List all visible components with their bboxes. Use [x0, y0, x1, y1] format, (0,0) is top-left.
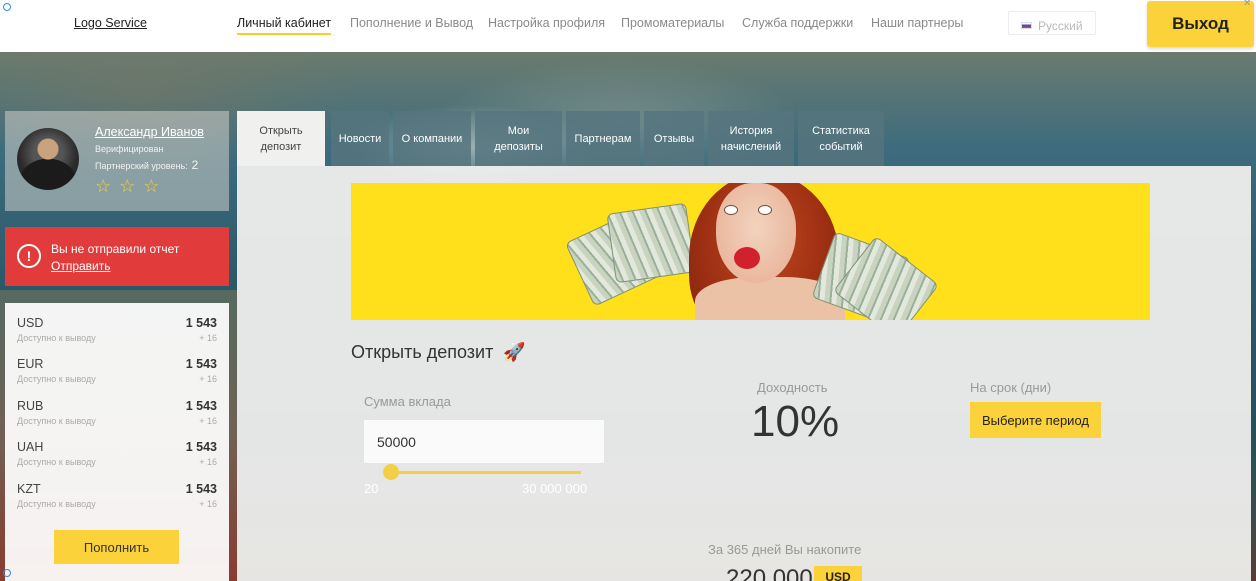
tab-label: Отзывы — [653, 132, 695, 145]
balance-subtitle: Доступно к выводу — [17, 457, 96, 467]
accumulate-currency-badge[interactable]: USD — [814, 566, 862, 581]
term-label: На срок (дни) — [970, 380, 1052, 395]
language-select[interactable]: Русский — [1008, 11, 1096, 35]
select-period-button[interactable]: Выберите период — [970, 402, 1101, 438]
banner-eye — [724, 205, 738, 215]
tab-label-line1: Мои — [507, 124, 530, 137]
slider-max-value: 30 000 000 — [522, 481, 588, 496]
star-icon: ☆ — [143, 176, 160, 196]
language-label: Русский — [1038, 18, 1083, 33]
money-fan-left — [606, 202, 696, 284]
banner-eye — [758, 205, 772, 215]
balance-delta: + 16 — [199, 333, 217, 343]
exit-button[interactable]: Выход — [1147, 1, 1254, 47]
tab-accrual-history[interactable]: История начислений — [708, 111, 794, 166]
balance-subtitle: Доступно к выводу — [17, 333, 96, 343]
balance-subtitle: Доступно к выводу — [17, 499, 96, 509]
nav-item-promo[interactable]: Промоматериалы — [621, 16, 724, 30]
balance-subtitle: Доступно к выводу — [17, 374, 96, 384]
star-icon: ☆ — [95, 176, 112, 196]
star-icon: ☆ — [119, 176, 136, 196]
yield-value: 10% — [751, 397, 840, 446]
tab-label: Партнерам — [574, 132, 632, 145]
tab-open-deposit[interactable]: Открыть депозит — [237, 111, 325, 166]
banner-face — [716, 183, 796, 283]
tab-label: Новости — [338, 132, 382, 145]
balance-delta: + 16 — [199, 374, 217, 384]
slider-handle[interactable] — [383, 464, 399, 480]
balance-row-uah: UAH Доступно к выводу 1 543 + 16 — [17, 440, 217, 480]
slider-min-value: 20 — [364, 481, 379, 496]
balance-row-eur: EUR Доступно к выводу 1 543 + 16 — [17, 357, 217, 397]
warning-icon: ! — [17, 244, 41, 268]
tab-label: О компании — [401, 132, 463, 145]
banner-mouth — [734, 247, 760, 269]
tab-event-stats[interactable]: Статистика событий — [798, 111, 884, 166]
balance-currency: UAH — [17, 440, 44, 454]
send-report-link[interactable]: Отправить — [51, 259, 111, 273]
nav-item-deposit-withdraw[interactable]: Пополнение и Вывод — [350, 16, 473, 30]
tab-partners[interactable]: Партнерам — [566, 111, 640, 166]
alert-message: Вы не отправили отчет — [51, 242, 180, 256]
balance-delta: + 16 — [199, 499, 217, 509]
nav-item-support[interactable]: Служба поддержки — [742, 16, 853, 30]
deposit-title: Открыть депозит 🚀 — [351, 342, 526, 363]
tab-label-line2: событий — [819, 140, 863, 153]
top-navigation: Logo Service Личный кабинет Пополнение и… — [0, 0, 1256, 52]
profile-card: Александр Иванов Верифицирован Партнерск… — [5, 111, 229, 211]
balance-row-rub: RUB Доступно к выводу 1 543 + 16 — [17, 399, 217, 439]
tab-label-line1: История — [729, 124, 773, 137]
balance-delta: + 16 — [199, 457, 217, 467]
rating-stars: ☆ ☆ ☆ — [95, 177, 159, 195]
balance-amount: 1 543 — [185, 482, 217, 496]
balance-row-kzt: KZT Доступно к выводу 1 543 + 16 — [17, 482, 217, 522]
tab-label-line1: Открыть — [259, 124, 303, 137]
balance-amount: 1 543 — [185, 357, 217, 371]
balances-panel: USD Доступно к выводу 1 543 + 16 EUR Дос… — [5, 303, 229, 581]
close-icon[interactable]: ✕ — [1243, 0, 1251, 9]
balance-amount: 1 543 — [185, 399, 217, 413]
partner-level: Партнерский уровень: 2 — [95, 158, 198, 172]
logo-link[interactable]: Logo Service — [74, 16, 147, 30]
tab-label-line2: депозиты — [494, 140, 543, 153]
balance-subtitle: Доступно к выводу — [17, 416, 96, 426]
accumulate-value: 220 000 — [726, 565, 813, 581]
tab-my-deposits[interactable]: Мои депозиты — [475, 111, 562, 166]
window-handle-icon — [3, 569, 11, 577]
balance-amount: 1 543 — [185, 316, 217, 330]
partner-level-value: 2 — [191, 158, 199, 172]
profile-name-link[interactable]: Александр Иванов — [95, 125, 204, 139]
balance-amount: 1 543 — [185, 440, 217, 454]
verification-status: Верифицирован — [95, 144, 164, 154]
tab-reviews[interactable]: Отзывы — [644, 111, 704, 166]
tab-label-line2: начислений — [720, 140, 782, 153]
balance-row-usd: USD Доступно к выводу 1 543 + 16 — [17, 316, 217, 356]
tab-label-line1: Статистика — [812, 124, 870, 137]
rocket-icon: 🚀 — [503, 342, 526, 362]
tab-news[interactable]: Новости — [331, 111, 389, 166]
report-alert: ! Вы не отправили отчет Отправить — [5, 227, 229, 286]
accumulate-text: За 365 дней Вы накопите — [708, 542, 862, 557]
partner-level-label: Партнерский уровень: — [95, 161, 188, 171]
topup-button[interactable]: Пополнить — [54, 530, 179, 564]
deposit-sum-slider[interactable] — [386, 471, 581, 474]
deposit-sum-input[interactable] — [364, 420, 604, 463]
deposit-title-text: Открыть депозит — [351, 342, 494, 362]
balance-currency: KZT — [17, 482, 41, 496]
nav-item-partners[interactable]: Наши партнеры — [871, 16, 963, 30]
window-handle-icon — [3, 3, 11, 11]
nav-item-profile-settings[interactable]: Настройка профиля — [488, 16, 605, 30]
tab-label-line2: депозит — [260, 140, 302, 153]
avatar[interactable] — [17, 128, 79, 190]
promo-banner-image — [351, 183, 1150, 320]
balance-currency: EUR — [17, 357, 44, 371]
russia-flag-icon — [1021, 22, 1032, 29]
deposit-sum-label: Сумма вклада — [364, 394, 451, 409]
balance-currency: RUB — [17, 399, 44, 413]
balance-currency: USD — [17, 316, 44, 330]
balance-delta: + 16 — [199, 416, 217, 426]
nav-item-cabinet[interactable]: Личный кабинет — [237, 16, 332, 35]
tab-about[interactable]: О компании — [393, 111, 471, 166]
yield-label: Доходность — [757, 380, 828, 395]
